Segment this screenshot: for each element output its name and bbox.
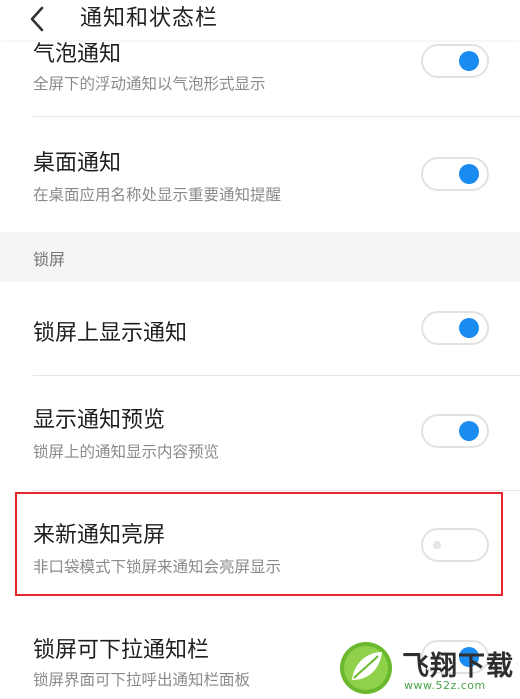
- wake-screen-toggle[interactable]: [421, 528, 489, 562]
- row-title: 锁屏可下拉通知栏: [33, 638, 210, 663]
- row-title: 桌面通知: [33, 151, 122, 176]
- watermark: 飞翔下载 www.52z.com: [338, 640, 518, 698]
- setting-row-desktop-notification[interactable]: 桌面通知 在桌面应用名称处显示重要通知提醒: [0, 117, 520, 231]
- row-title: 气泡通知: [33, 42, 122, 67]
- watermark-brand: 飞翔下载: [402, 651, 514, 682]
- notification-preview-toggle[interactable]: [421, 414, 489, 448]
- row-description: 全屏下的浮动通知以气泡形式显示: [33, 75, 266, 93]
- row-title: 显示通知预览: [33, 408, 166, 433]
- bubble-notification-toggle[interactable]: [421, 44, 489, 78]
- row-description: 非口袋模式下锁屏来通知会亮屏显示: [33, 558, 282, 576]
- setting-row-wake-screen[interactable]: 来新通知亮屏 非口袋模式下锁屏来通知会亮屏显示: [0, 491, 520, 606]
- setting-row-lockscreen-show-notifications[interactable]: 锁屏上显示通知: [0, 282, 520, 376]
- toggle-knob: [459, 51, 479, 71]
- toggle-knob: [459, 318, 479, 338]
- row-description: 锁屏上的通知显示内容预览: [33, 443, 220, 461]
- leaf-logo-icon: [340, 642, 392, 694]
- toggle-knob: [433, 541, 441, 549]
- row-title: 来新通知亮屏: [33, 523, 166, 548]
- lockscreen-show-toggle[interactable]: [421, 311, 489, 345]
- page-title: 通知和状态栏: [80, 6, 219, 31]
- toggle-knob: [459, 421, 479, 441]
- app-header: 通知和状态栏: [0, 0, 520, 40]
- section-header-lockscreen: 锁屏: [0, 232, 520, 282]
- toggle-knob: [459, 164, 479, 184]
- chevron-left-icon: [30, 6, 44, 32]
- back-button[interactable]: [24, 4, 54, 34]
- watermark-url: www.52z.com: [404, 679, 486, 692]
- section-label: 锁屏: [33, 250, 66, 269]
- row-description: 锁屏界面可下拉呼出通知栏面板: [33, 671, 251, 689]
- row-title: 锁屏上显示通知: [33, 321, 188, 346]
- row-description: 在桌面应用名称处显示重要通知提醒: [33, 186, 282, 204]
- setting-row-notification-preview[interactable]: 显示通知预览 锁屏上的通知显示内容预览: [0, 376, 520, 491]
- desktop-notification-toggle[interactable]: [421, 157, 489, 191]
